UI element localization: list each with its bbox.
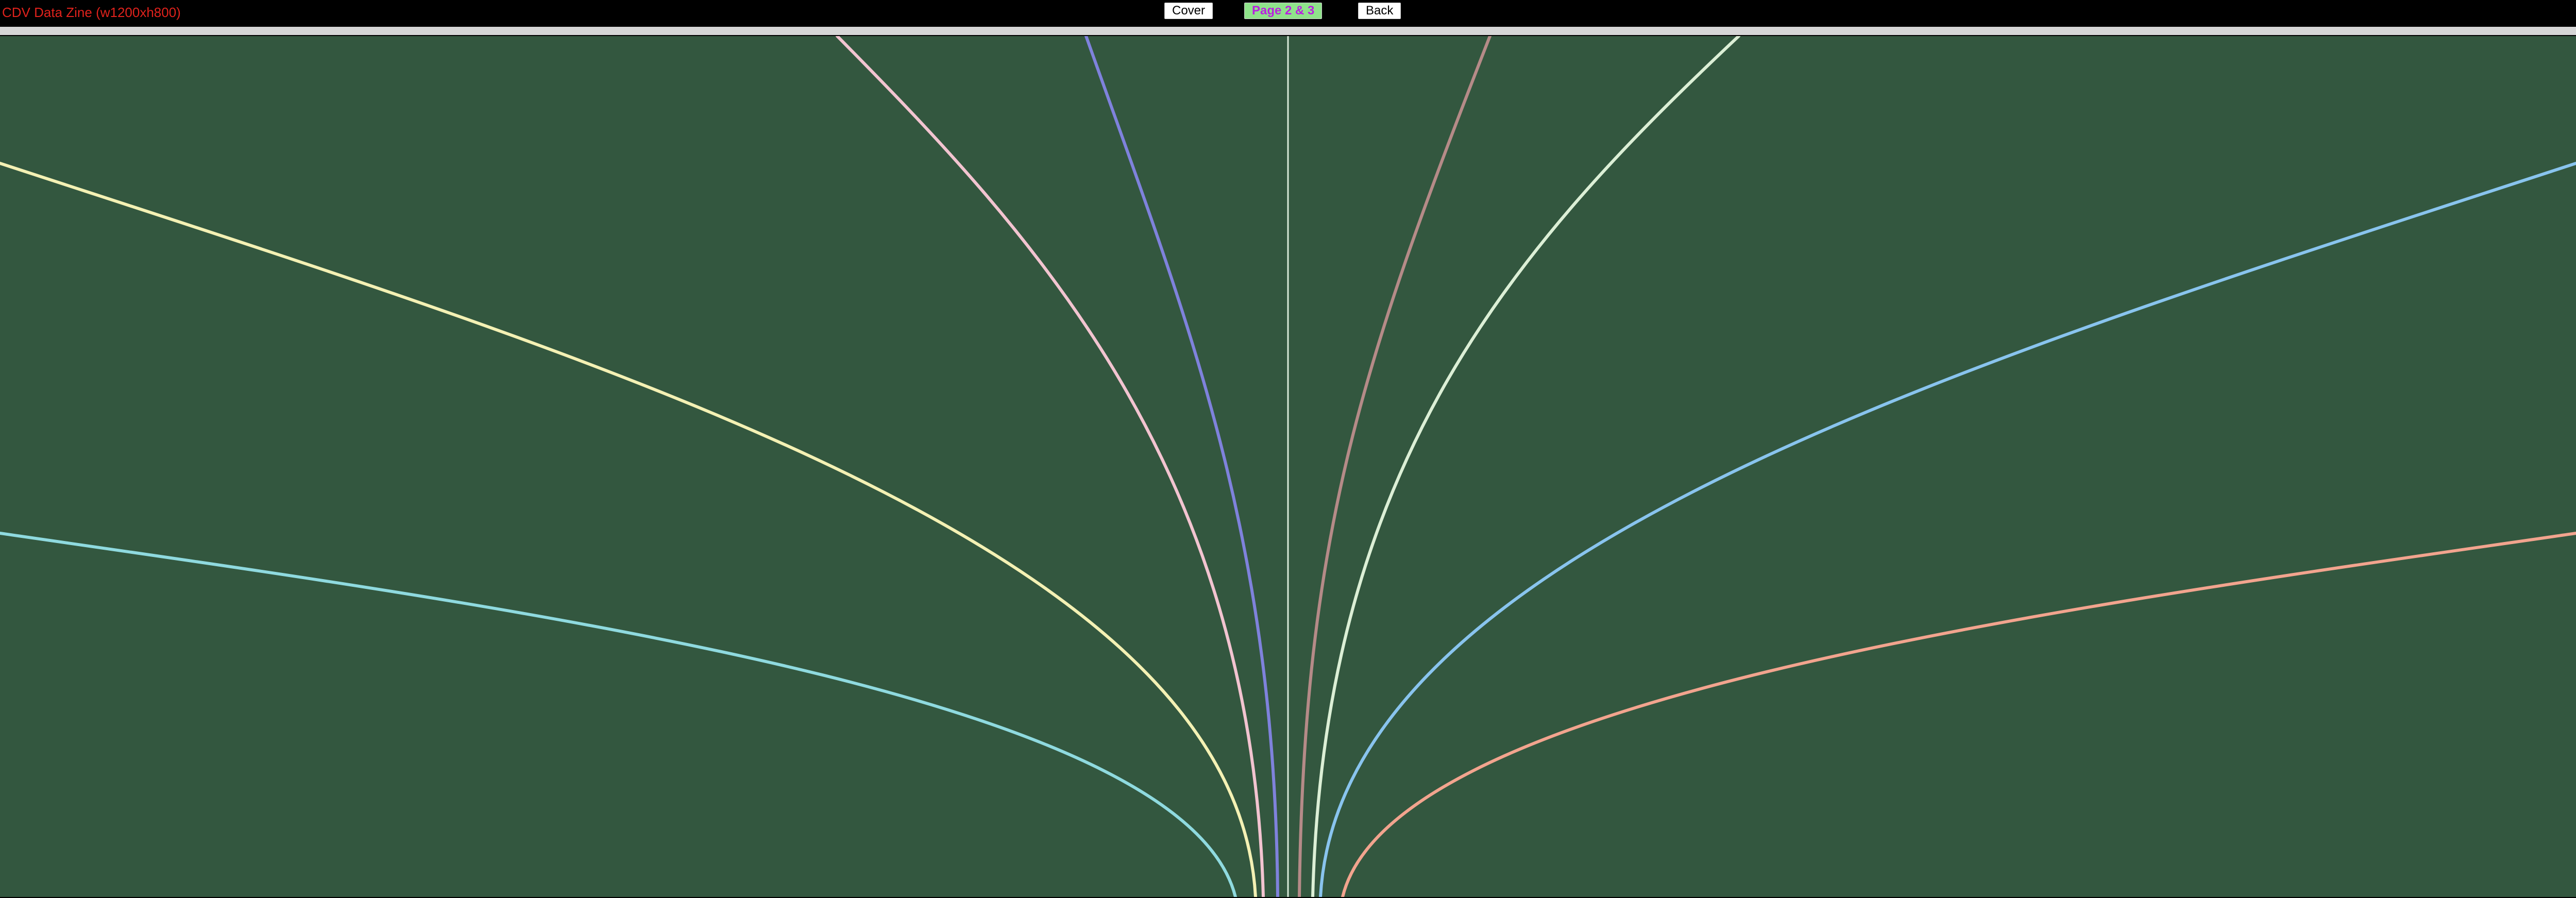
visualization-canvas bbox=[0, 36, 2576, 897]
cover-button[interactable]: Cover bbox=[1164, 3, 1213, 19]
page-2-3-button[interactable]: Page 2 & 3 bbox=[1244, 3, 1323, 19]
top-bar: CDV Data Zine (w1200xh800) Cover Page 2 … bbox=[0, 0, 2576, 25]
curve-pink-left bbox=[836, 36, 1265, 897]
curve-cyan-left bbox=[0, 532, 1237, 897]
curve-mint bbox=[1311, 36, 1740, 897]
curve-mauve bbox=[1298, 36, 1492, 897]
back-button[interactable]: Back bbox=[1358, 3, 1401, 19]
curve-purple bbox=[1084, 36, 1279, 897]
curve-salmon-right bbox=[1341, 532, 2576, 897]
curve-visualization bbox=[0, 36, 2576, 897]
curve-yellow-left bbox=[0, 162, 1257, 897]
app-title: CDV Data Zine (w1200xh800) bbox=[2, 5, 181, 20]
curve-blue-right bbox=[1319, 162, 2576, 897]
divider-bar bbox=[0, 27, 2576, 35]
